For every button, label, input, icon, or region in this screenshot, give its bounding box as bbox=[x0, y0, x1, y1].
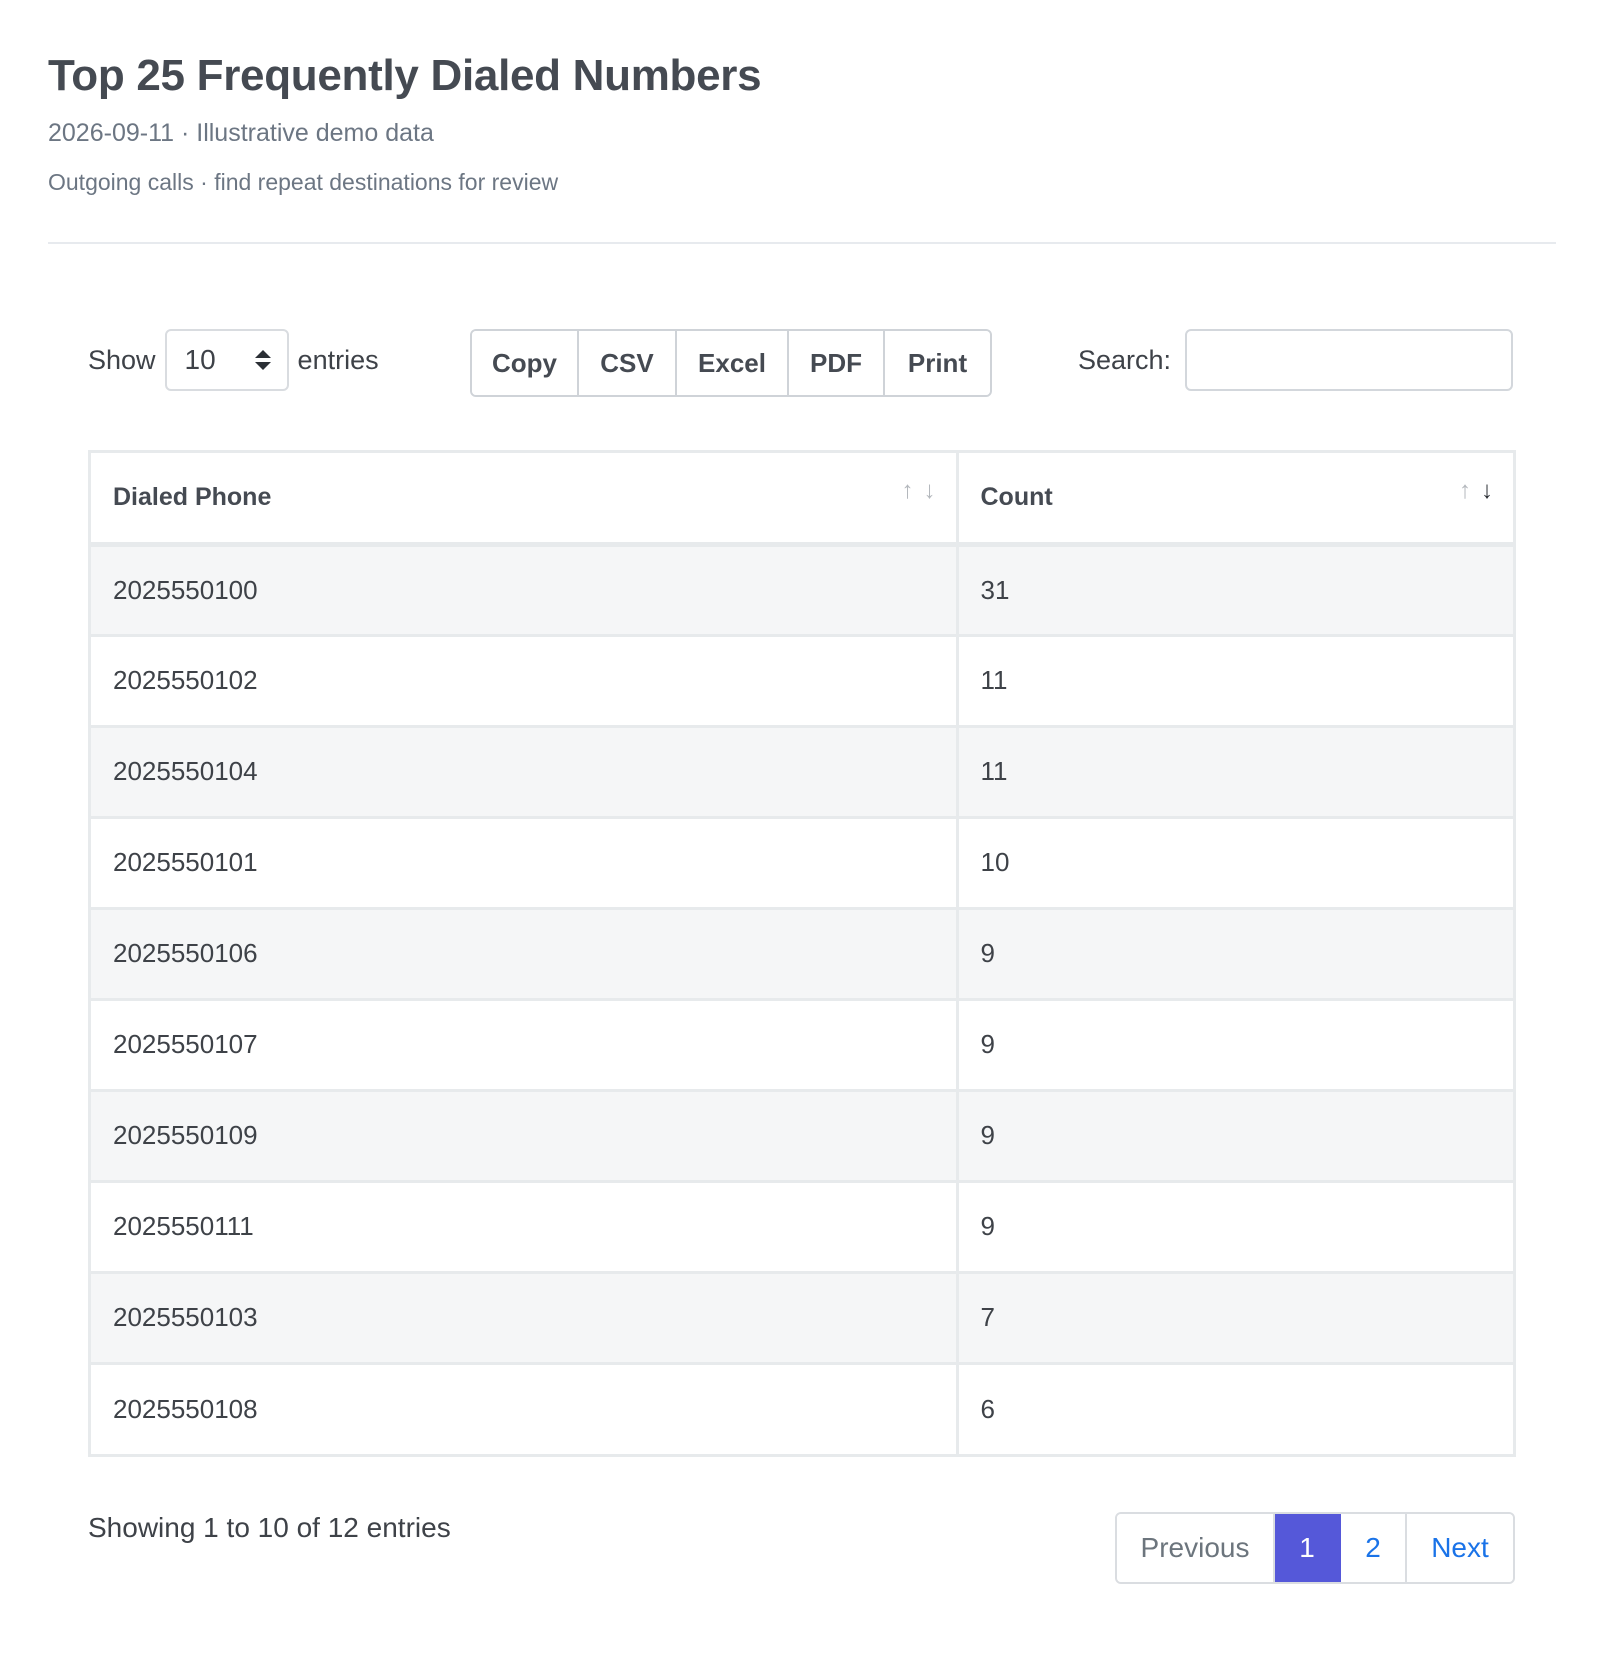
search-label: Search: bbox=[1078, 344, 1172, 375]
cell-dialed-phone: 2025550109 bbox=[91, 1088, 959, 1181]
entries-label: entries bbox=[297, 344, 379, 375]
table-row: 2025550103 7 bbox=[91, 1270, 1513, 1363]
table-row: 2025550102 11 bbox=[91, 633, 1513, 726]
table-info: Showing 1 to 10 of 12 entries bbox=[88, 1512, 451, 1543]
table-row: 2025550101 10 bbox=[91, 815, 1513, 908]
cell-count: 10 bbox=[957, 815, 1513, 908]
sort-updown-icon bbox=[254, 350, 271, 370]
column-label: Dialed Phone bbox=[113, 482, 272, 511]
cell-count: 9 bbox=[957, 1088, 1513, 1181]
pagination: Previous 1 2 Next bbox=[1115, 1512, 1515, 1584]
page-button-1[interactable]: 1 bbox=[1275, 1514, 1341, 1582]
arrow-down-icon: ↓ bbox=[923, 477, 936, 504]
search-control: Search: bbox=[1078, 328, 1514, 392]
table-header-row: Dialed Phone ↑ ↓ Count ↑ ↓ bbox=[91, 453, 1513, 547]
page-title: Top 25 Frequently Dialed Numbers bbox=[48, 51, 762, 100]
table-row: 2025550107 9 bbox=[91, 997, 1513, 1090]
table-row: 2025550111 9 bbox=[91, 1179, 1513, 1272]
table-row: 2025550109 9 bbox=[91, 1088, 1513, 1181]
cell-count: 11 bbox=[957, 633, 1513, 726]
cell-dialed-phone: 2025550106 bbox=[91, 906, 959, 999]
cell-count: 9 bbox=[957, 997, 1513, 1090]
cell-count: 11 bbox=[957, 724, 1513, 817]
sort-indicator: ↑ ↓ bbox=[902, 479, 936, 503]
csv-button[interactable]: CSV bbox=[579, 331, 677, 395]
arrow-up-icon: ↑ bbox=[1459, 477, 1471, 504]
previous-page-button[interactable]: Previous bbox=[1117, 1514, 1275, 1582]
column-header-count[interactable]: Count ↑ ↓ bbox=[957, 453, 1513, 547]
column-label: Count bbox=[980, 482, 1053, 511]
table-row: 2025550104 11 bbox=[91, 724, 1513, 817]
arrow-down-icon: ↓ bbox=[1481, 477, 1493, 504]
print-button[interactable]: Print bbox=[885, 331, 990, 395]
cell-count: 9 bbox=[957, 906, 1513, 999]
cell-dialed-phone: 2025550101 bbox=[91, 815, 959, 908]
cell-count: 6 bbox=[957, 1361, 1513, 1454]
pdf-button[interactable]: PDF bbox=[789, 331, 885, 395]
search-input[interactable] bbox=[1185, 329, 1514, 391]
page-length-value: 10 bbox=[184, 344, 216, 375]
data-table: Dialed Phone ↑ ↓ Count ↑ ↓ 2025550100 31… bbox=[88, 450, 1516, 1457]
cell-count: 7 bbox=[957, 1270, 1513, 1363]
cell-dialed-phone: 2025550104 bbox=[91, 724, 959, 817]
page-description: Outgoing calls · find repeat destination… bbox=[48, 169, 559, 195]
cell-count: 9 bbox=[957, 1179, 1513, 1272]
page-length-control: Show 10 entries bbox=[88, 329, 379, 391]
copy-button[interactable]: Copy bbox=[472, 331, 579, 395]
page-header: Top 25 Frequently Dialed Numbers 2026-09… bbox=[48, 48, 1556, 198]
excel-button[interactable]: Excel bbox=[677, 331, 789, 395]
table-row: 2025550100 31 bbox=[91, 544, 1513, 635]
show-label: Show bbox=[88, 344, 156, 375]
page-length-select[interactable]: 10 bbox=[164, 329, 289, 391]
page-button-2[interactable]: 2 bbox=[1341, 1514, 1407, 1582]
arrow-up-icon: ↑ bbox=[901, 477, 914, 504]
page-subtitle: 2026-09-11 · Illustrative demo data bbox=[48, 119, 434, 147]
cell-count: 31 bbox=[957, 544, 1513, 635]
header-divider bbox=[48, 242, 1556, 244]
cell-dialed-phone: 2025550111 bbox=[91, 1179, 959, 1272]
table-row: 2025550106 9 bbox=[91, 906, 1513, 999]
cell-dialed-phone: 2025550103 bbox=[91, 1270, 959, 1363]
export-button-group: Copy CSV Excel PDF Print bbox=[470, 329, 992, 397]
cell-dialed-phone: 2025550107 bbox=[91, 997, 959, 1090]
column-header-dialed-phone[interactable]: Dialed Phone ↑ ↓ bbox=[91, 453, 959, 547]
table-row: 2025550108 6 bbox=[91, 1361, 1513, 1454]
cell-dialed-phone: 2025550100 bbox=[91, 544, 959, 635]
cell-dialed-phone: 2025550102 bbox=[91, 633, 959, 726]
cell-dialed-phone: 2025550108 bbox=[91, 1361, 959, 1454]
next-page-button[interactable]: Next bbox=[1407, 1514, 1513, 1582]
sort-indicator: ↑ ↓ bbox=[1459, 479, 1493, 503]
